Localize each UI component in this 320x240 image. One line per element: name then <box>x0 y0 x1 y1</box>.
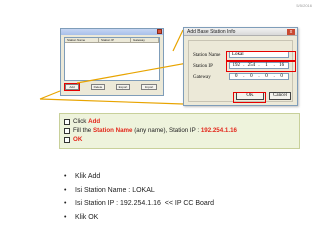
instruction-text: Fill the <box>73 127 93 134</box>
instruction-highlight: OK <box>73 136 83 143</box>
bullet-icon: • <box>64 213 67 221</box>
dialog-title: Add Base Station Info <box>187 29 236 35</box>
checkbox-icon <box>64 127 70 134</box>
station-name-label: Station Name <box>193 53 221 58</box>
list-item: • Klik Add <box>64 170 304 184</box>
station-name-highlight <box>226 51 296 61</box>
bullet-icon: • <box>64 200 67 207</box>
list-item: • Isi Station Name : LOKAL <box>64 184 304 198</box>
ok-button-highlight <box>233 92 266 103</box>
checkbox-icon <box>64 136 70 143</box>
connector-line-bottom <box>39 98 184 105</box>
ip-octet: 0 <box>250 73 253 79</box>
bullet-icon: • <box>64 186 67 194</box>
ip-octet: 0 <box>265 73 268 79</box>
connector-line-top <box>172 29 184 52</box>
instruction-text: Click <box>73 118 89 125</box>
connector-line-left <box>39 90 61 100</box>
list-item-text: Klik OK <box>75 213 99 221</box>
ip-octet: 0 <box>235 73 238 79</box>
close-icon[interactable]: x <box>287 29 295 35</box>
bullet-icon: • <box>64 173 67 180</box>
gateway-label: Gateway <box>193 75 211 80</box>
dialog-titlebar: Add Base Station Info x <box>184 28 297 36</box>
instruction-box: Click Add Fill the Station Name (any nam… <box>59 113 300 149</box>
instruction-text: (any name), Station IP : <box>132 127 201 134</box>
instruction-line-3: OK <box>64 135 295 144</box>
instruction-line-1: Click Add <box>64 117 295 126</box>
instruction-line-2: Fill the Station Name (any name), Statio… <box>64 126 295 135</box>
list-item: • Isi Station IP : 192.254.1.16 << IP CC … <box>64 197 304 211</box>
list-item-text: Klik Add <box>75 173 101 180</box>
station-ip-highlight <box>226 61 296 72</box>
gateway-field[interactable]: 0 . 0 . 0 . 0 <box>229 73 289 80</box>
instruction-highlight: 192.254.1.16 <box>200 127 237 134</box>
instruction-highlight: Add <box>88 118 101 125</box>
list-item-text: Isi Station Name : LOKAL <box>75 186 155 194</box>
station-ip-label: Station IP <box>193 64 213 69</box>
list-item-text: Isi Station IP : 192.254.1.16 << IP CC B… <box>75 200 215 207</box>
cancel-button[interactable]: Cancel <box>269 92 291 100</box>
instruction-highlight: Station Name <box>92 127 133 134</box>
checkbox-icon <box>64 118 70 125</box>
list-item: • Klik OK <box>64 211 304 225</box>
ip-octet: 0 <box>280 73 283 79</box>
bullet-list: • Klik Add • Isi Station Name : LOKAL • Isi… <box>64 170 304 224</box>
